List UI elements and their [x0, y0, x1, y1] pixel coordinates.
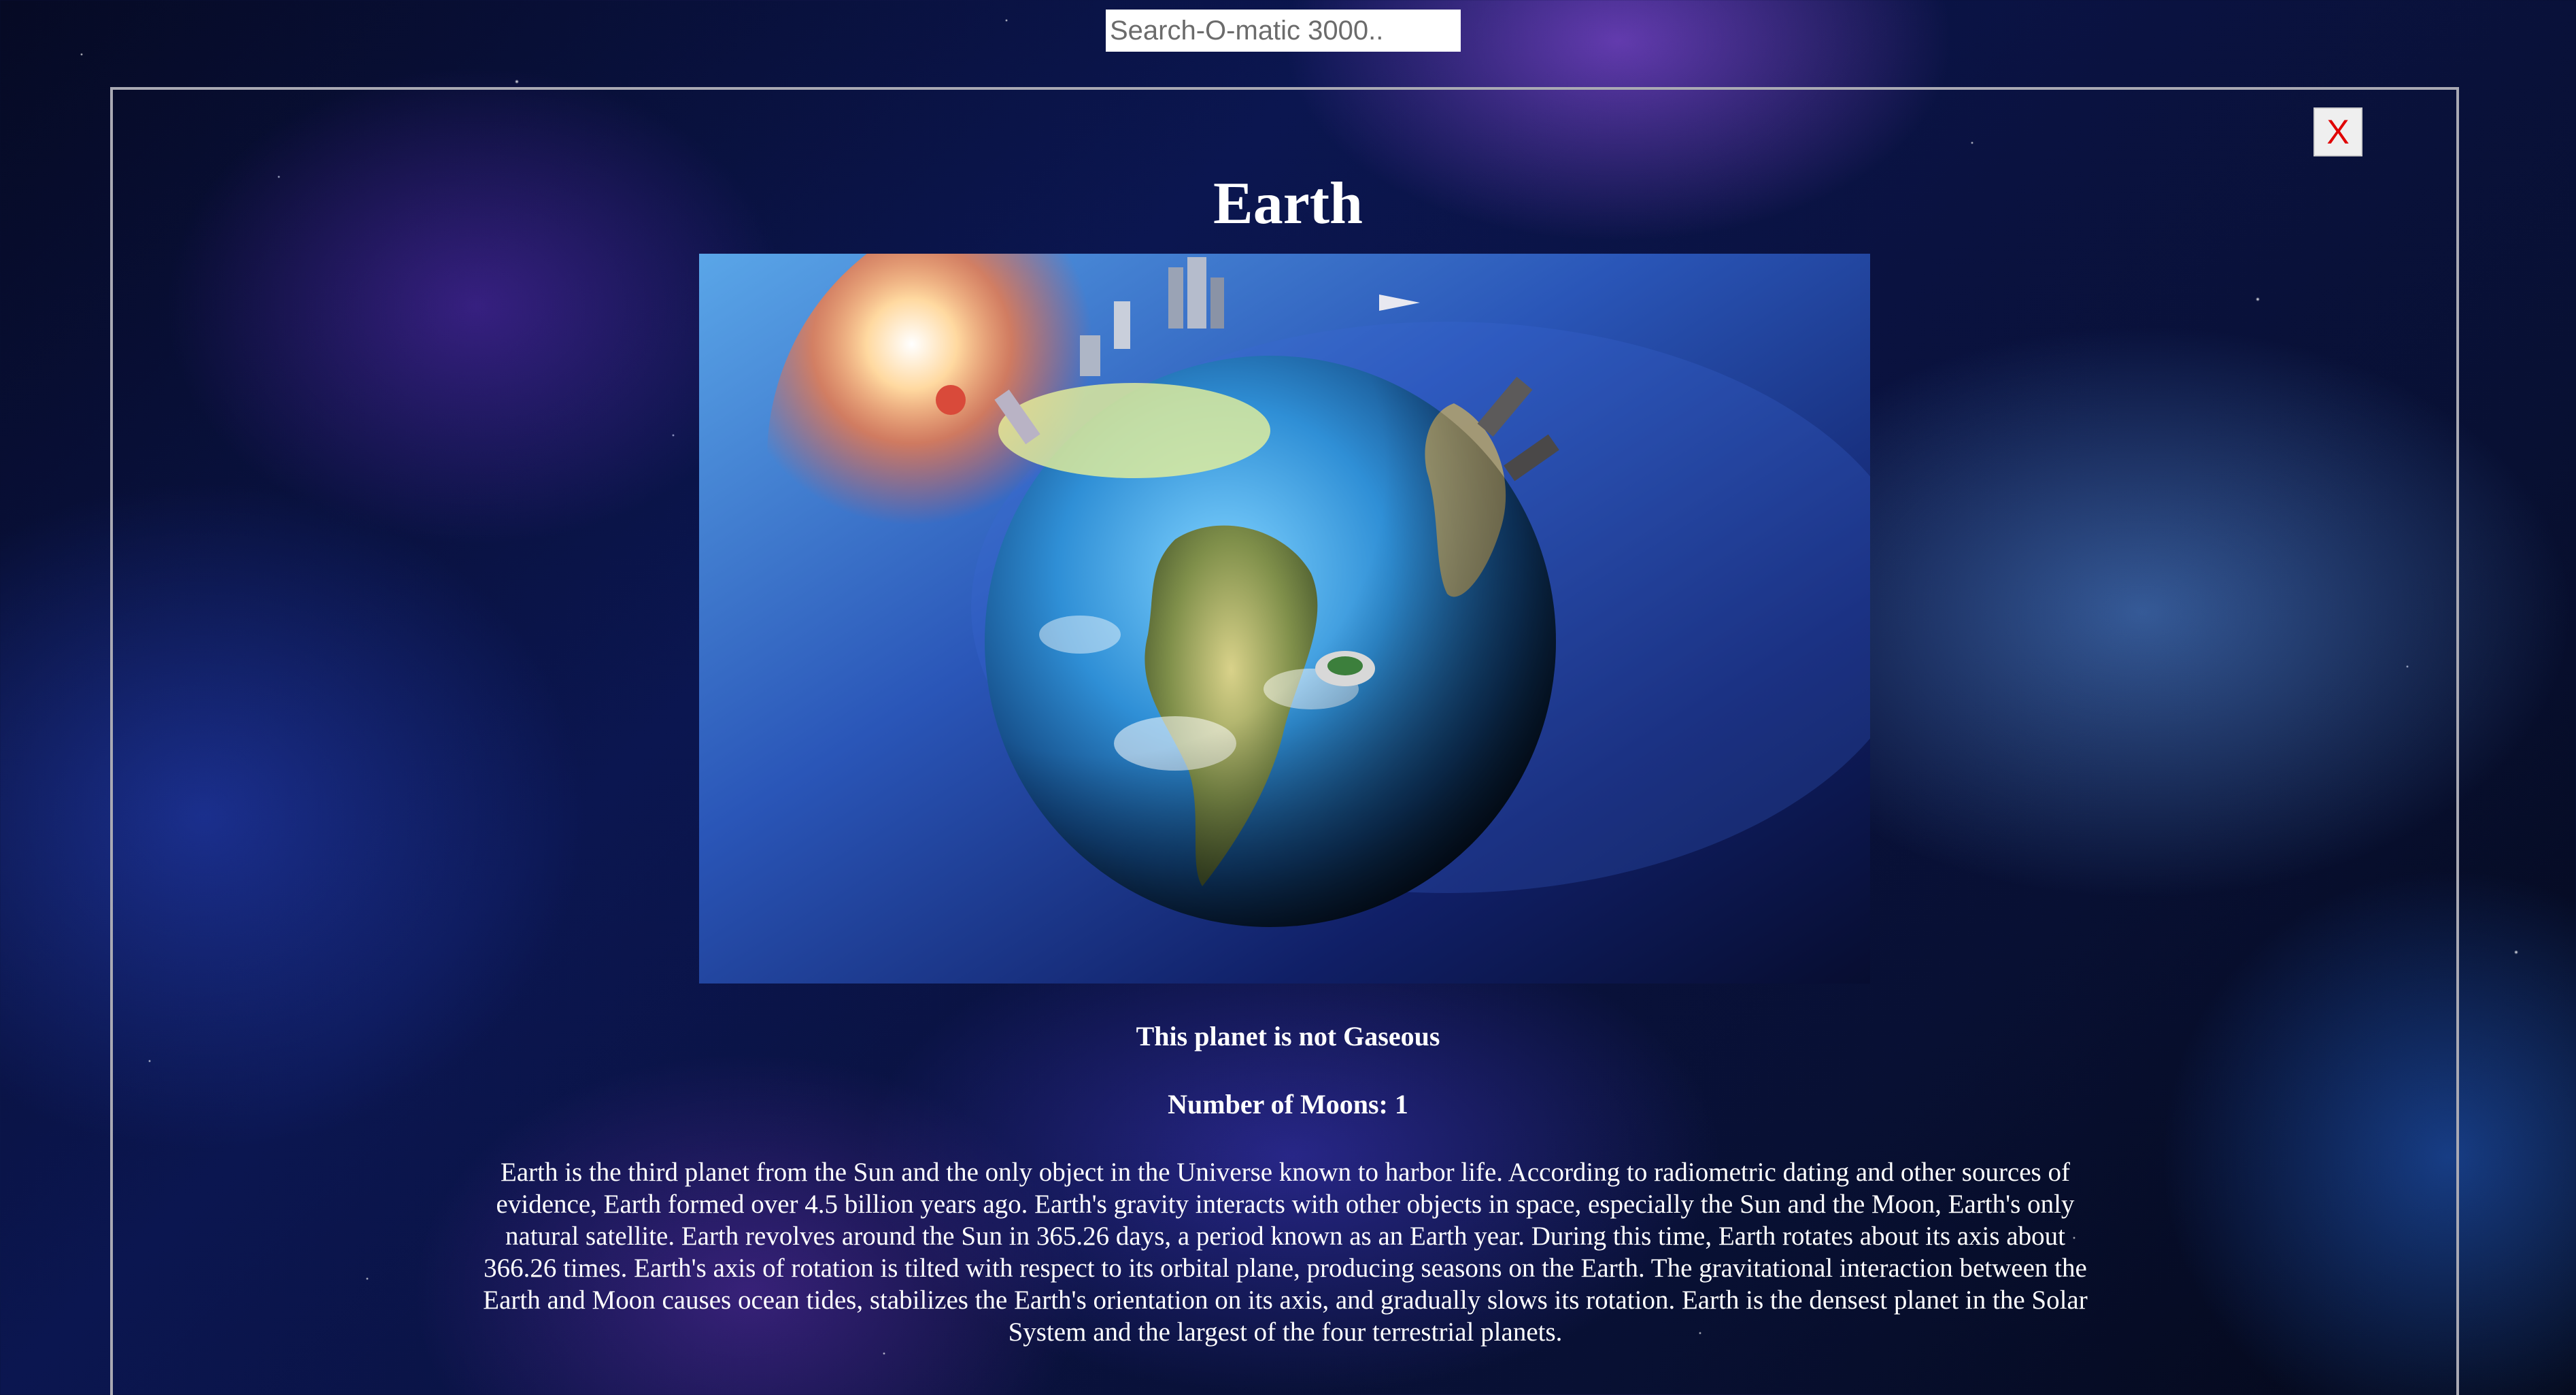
planet-description: Earth is the third planet from the Sun a…: [483, 1158, 2088, 1347]
search-input[interactable]: [1106, 10, 1461, 52]
planet-title: Earth: [1213, 171, 1363, 237]
planet-image: [699, 254, 1870, 984]
gaseous-status: This planet is not Gaseous: [1136, 1021, 1440, 1052]
moons-count: Number of Moons: 1: [1168, 1089, 1408, 1120]
close-button[interactable]: X: [2314, 107, 2362, 156]
